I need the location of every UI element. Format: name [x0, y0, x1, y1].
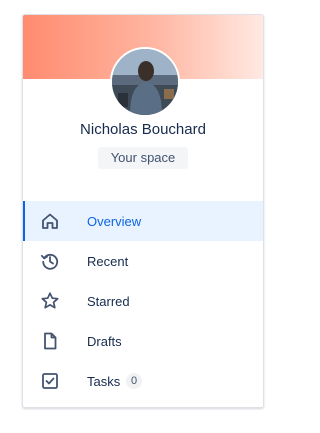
nav-item-label: Drafts — [87, 334, 122, 349]
nav-item-label: Recent — [87, 254, 129, 269]
history-icon — [40, 253, 59, 270]
nav-item-tasks[interactable]: Tasks 0 — [23, 361, 263, 401]
nav-item-label: Overview — [87, 214, 142, 229]
your-space-button[interactable]: Your space — [98, 147, 188, 169]
nav-item-recent[interactable]: Recent — [23, 241, 263, 281]
tasks-count-badge: 0 — [126, 373, 142, 389]
nav-item-overview[interactable]: Overview — [23, 201, 263, 241]
nav-item-label: Starred — [87, 294, 130, 309]
nav-item-label: Tasks — [87, 374, 121, 389]
profile-card: Nicholas Bouchard Your space Overview Re… — [22, 14, 264, 408]
document-icon — [44, 332, 57, 350]
profile-name: Nicholas Bouchard — [80, 121, 206, 138]
avatar[interactable] — [110, 47, 180, 117]
nav-item-drafts[interactable]: Drafts — [23, 321, 263, 361]
checkbox-icon — [42, 373, 58, 389]
sidebar-nav: Overview Recent Starred Drafts Tasks 0 — [23, 201, 263, 401]
nav-item-starred[interactable]: Starred — [23, 281, 263, 321]
home-icon — [42, 213, 58, 229]
star-icon — [41, 292, 59, 309]
